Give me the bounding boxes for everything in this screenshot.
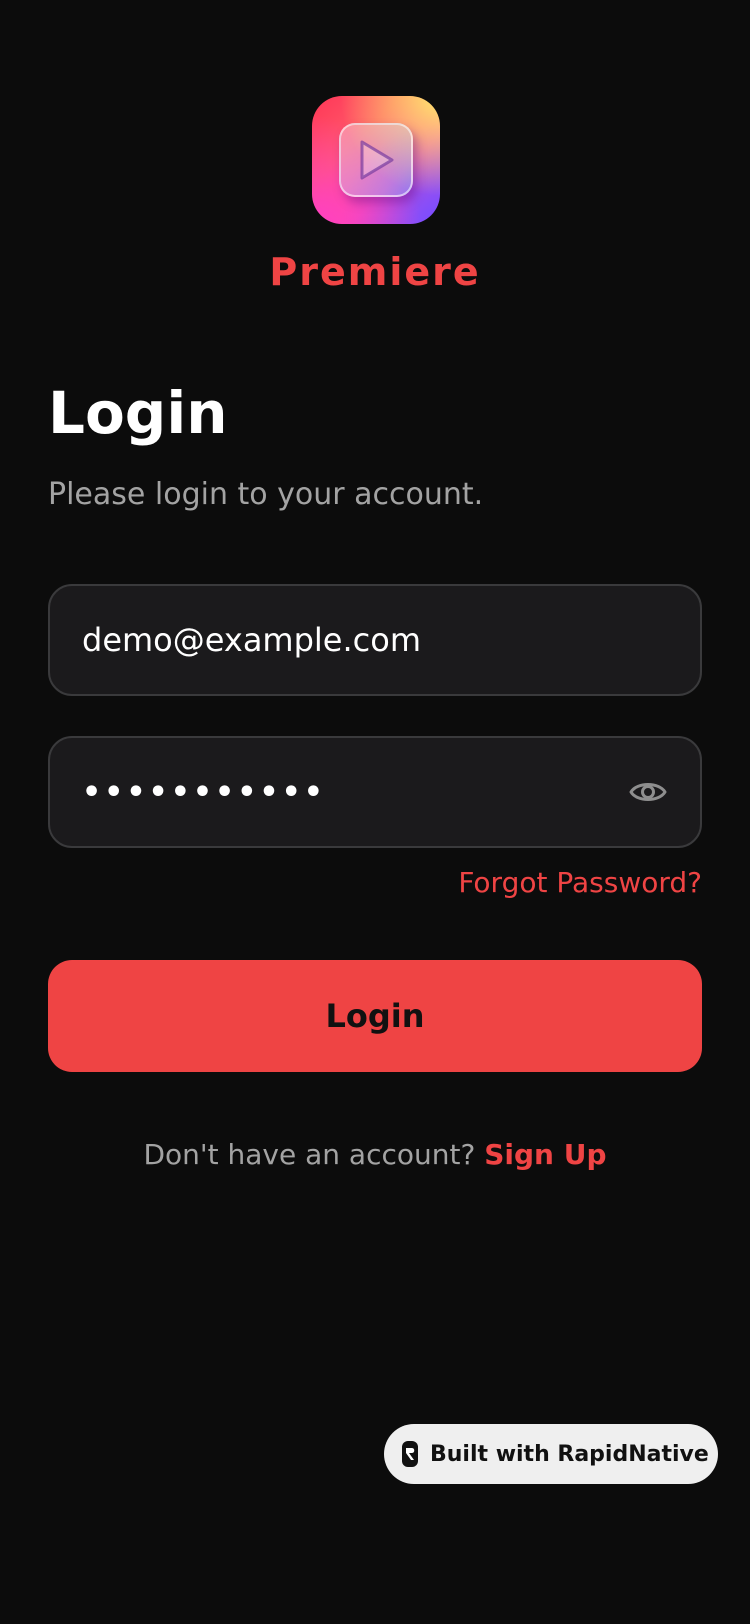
- login-button-label: Login: [325, 997, 425, 1035]
- page-title: Login: [48, 379, 228, 447]
- app-name: Premiere: [269, 250, 481, 294]
- login-screen: Premiere Login Please login to your acco…: [0, 0, 750, 1624]
- password-value[interactable]: •••••••••••: [82, 775, 628, 810]
- login-button[interactable]: Login: [48, 960, 702, 1072]
- badge-label: Built with RapidNative: [430, 1441, 709, 1467]
- password-field[interactable]: •••••••••••: [48, 736, 702, 848]
- email-field[interactable]: demo@example.com: [48, 584, 702, 696]
- forgot-password-link[interactable]: Forgot Password?: [458, 866, 702, 899]
- page-subtitle: Please login to your account.: [48, 477, 484, 512]
- signup-link[interactable]: Sign Up: [484, 1138, 606, 1171]
- signup-prompt: Don't have an account?: [143, 1138, 485, 1171]
- rapidnative-logo-icon: [402, 1441, 418, 1467]
- eye-icon[interactable]: [628, 772, 668, 812]
- email-value[interactable]: demo@example.com: [82, 621, 668, 659]
- signup-row: Don't have an account? Sign Up: [0, 1138, 750, 1171]
- play-icon: [339, 123, 413, 197]
- built-with-badge[interactable]: Built with RapidNative: [384, 1424, 718, 1484]
- app-logo: [312, 96, 440, 224]
